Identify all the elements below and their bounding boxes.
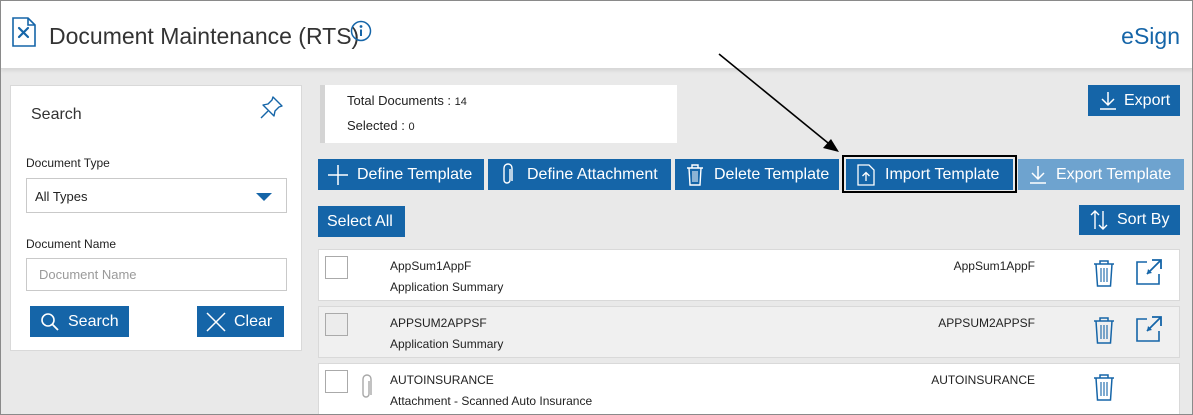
export-button[interactable]: Export — [1088, 85, 1180, 116]
file-upload-icon — [857, 163, 875, 186]
search-heading: Search — [31, 106, 82, 123]
row-checkbox[interactable] — [325, 313, 348, 336]
import-template-label: Import Template — [885, 165, 1000, 183]
document-name-label: Document Name — [26, 237, 117, 251]
clear-button-label: Clear — [234, 312, 273, 330]
document-type-value: All Types — [35, 189, 88, 204]
search-icon — [41, 312, 59, 331]
list-item[interactable]: AppSum1AppF Application Summary AppSum1A… — [318, 249, 1180, 301]
import-template-button[interactable]: Import Template — [846, 159, 1013, 190]
define-attachment-label: Define Attachment — [527, 165, 658, 183]
sort-icon — [1090, 210, 1108, 230]
document-name: AppSum1AppF — [390, 259, 472, 273]
document-type-select[interactable]: All Types — [26, 178, 287, 213]
document-type-label: Document Type — [26, 156, 110, 170]
export-button-label: Export — [1124, 91, 1171, 109]
search-panel: Search Document Type All Types Document … — [10, 85, 302, 351]
sort-by-label: Sort By — [1117, 211, 1170, 228]
list-item[interactable]: AUTOINSURANCE Attachment - Scanned Auto … — [318, 363, 1180, 414]
total-documents: Total Documents : 14 — [347, 93, 467, 108]
list-item[interactable]: APPSUM2APPSF Application Summary APPSUM2… — [318, 306, 1180, 358]
trash-icon — [687, 163, 703, 186]
pin-icon[interactable] — [259, 94, 285, 120]
caret-down-icon — [256, 193, 272, 201]
paperclip-icon — [503, 162, 513, 184]
selected-label: Selected : — [347, 118, 405, 133]
page-title: Document Maintenance (RTS) — [49, 23, 360, 49]
define-template-label: Define Template — [357, 165, 473, 183]
row-checkbox[interactable] — [325, 256, 348, 279]
search-button-label: Search — [68, 312, 119, 330]
document-name: APPSUM2APPSF — [390, 316, 487, 330]
download-icon — [1100, 91, 1116, 110]
close-icon — [206, 311, 226, 332]
document-summary: Total Documents : 14 Selected : 0 — [320, 85, 677, 143]
selected-value: 0 — [408, 121, 415, 133]
open-external-icon[interactable] — [1135, 258, 1163, 286]
document-description: Attachment - Scanned Auto Insurance — [390, 394, 593, 408]
esign-link[interactable]: eSign — [1121, 23, 1180, 50]
select-all-button[interactable]: Select All — [318, 206, 405, 237]
select-all-label: Select All — [327, 212, 393, 230]
export-template-label: Export Template — [1056, 165, 1172, 183]
row-checkbox[interactable] — [325, 370, 348, 393]
document-description: Application Summary — [390, 337, 504, 351]
open-external-icon[interactable] — [1135, 315, 1163, 343]
trash-icon[interactable] — [1092, 316, 1116, 344]
total-documents-label: Total Documents : — [347, 93, 452, 108]
delete-template-label: Delete Template — [714, 165, 830, 183]
trash-icon[interactable] — [1092, 373, 1116, 401]
sort-by-button[interactable]: Sort By — [1079, 205, 1180, 235]
export-template-button[interactable]: Export Template — [1018, 159, 1184, 190]
document-name: AUTOINSURANCE — [390, 373, 494, 387]
define-template-button[interactable]: Define Template — [318, 159, 484, 190]
document-tools-icon — [12, 17, 36, 47]
document-code: AUTOINSURANCE — [931, 373, 1035, 387]
search-button[interactable]: Search — [30, 306, 129, 337]
plus-icon — [328, 164, 348, 185]
delete-template-button[interactable]: Delete Template — [675, 159, 839, 190]
clear-button[interactable]: Clear — [197, 306, 284, 337]
trash-icon[interactable] — [1092, 259, 1116, 287]
document-code: APPSUM2APPSF — [938, 316, 1035, 330]
document-code: AppSum1AppF — [953, 259, 1035, 273]
app-window: Document Maintenance (RTS) eSign Search … — [0, 0, 1193, 415]
define-attachment-button[interactable]: Define Attachment — [488, 159, 671, 190]
download-icon — [1030, 165, 1046, 184]
info-icon[interactable] — [350, 20, 372, 42]
selected-documents: Selected : 0 — [347, 118, 415, 133]
total-documents-value: 14 — [454, 96, 467, 108]
document-description: Application Summary — [390, 280, 504, 294]
page-header: Document Maintenance (RTS) eSign — [1, 1, 1192, 69]
paperclip-icon — [362, 374, 372, 398]
document-name-input[interactable] — [26, 258, 287, 291]
